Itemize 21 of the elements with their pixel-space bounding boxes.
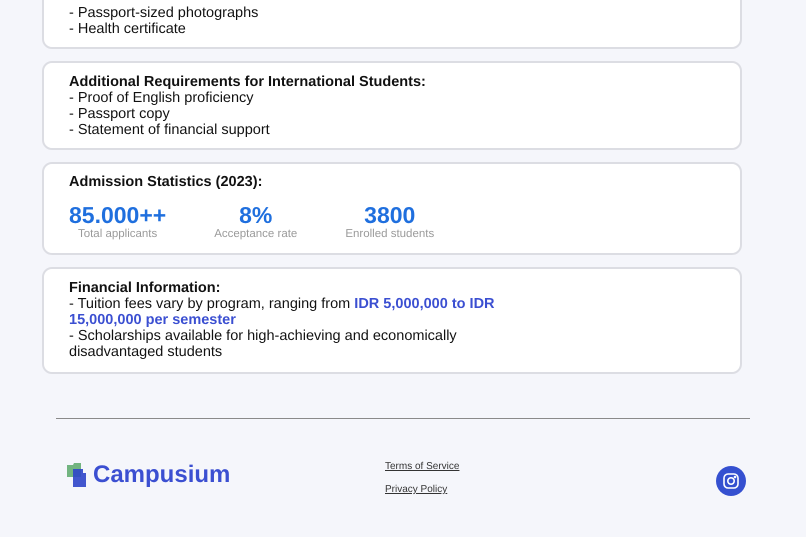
stat-value: 85.000++ <box>69 203 166 227</box>
list-item: - Passport copy <box>69 106 171 122</box>
logo-text: Campusium <box>93 460 230 490</box>
stat-value: 8% <box>239 203 272 227</box>
stat-label: Enrolled students <box>345 227 434 241</box>
list-item: - Tuition fees vary by program, ranging from IDR 5,000,000 to IDR 15,000,000 per semester <box>69 296 496 328</box>
card-title: Financial Information: <box>69 280 222 296</box>
card-title: Admission Statistics (2023): <box>69 174 264 190</box>
stat-label: Acceptance rate <box>214 227 298 241</box>
card-title: Additional Requirements for International Students: <box>69 74 427 90</box>
list-item: - Health certificate <box>69 21 187 37</box>
stat-label: Total applicants <box>78 227 158 241</box>
footer-link[interactable]: Terms of Service <box>385 459 460 474</box>
list-item: - Proof of English proficiency <box>69 90 255 106</box>
list-item: - Passport-sized photographs <box>69 5 260 21</box>
list-item: - Statement of financial support <box>69 122 271 138</box>
stat-value: 3800 <box>364 203 416 227</box>
footer-link[interactable]: Privacy Policy <box>385 482 460 497</box>
logo-icon <box>67 463 89 487</box>
list-item: - Scholarships available for high-achieving and economically disadvantaged students <box>69 328 458 360</box>
instagram-icon[interactable] <box>716 466 746 496</box>
